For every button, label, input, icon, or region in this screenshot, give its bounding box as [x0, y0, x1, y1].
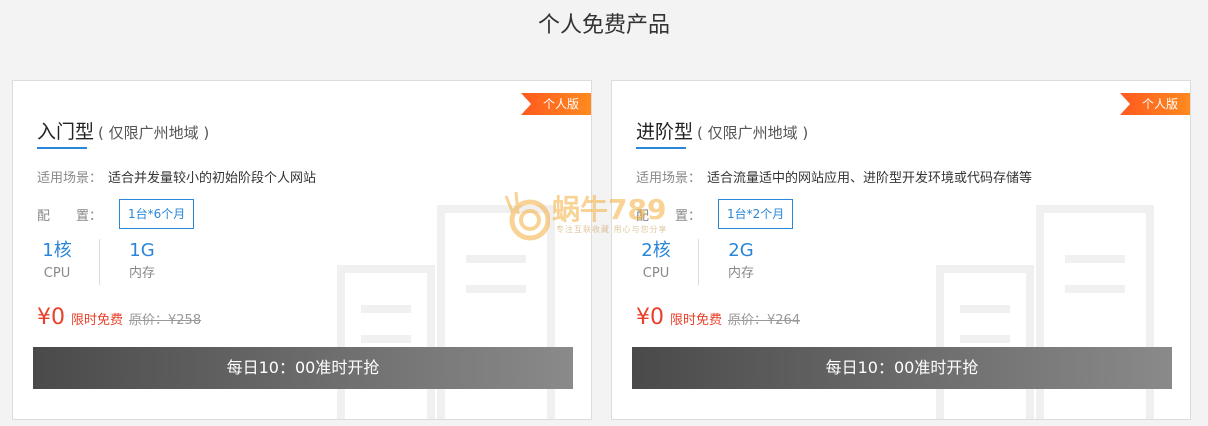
config-option-button[interactable]: 1台*6个月 [119, 199, 195, 229]
original-price: 原价：¥258 [129, 313, 202, 328]
cpu-label: CPU [43, 266, 71, 281]
free-label: 限时免费 [71, 313, 124, 328]
site-watermark: 蜗牛789 专注互联收藏 用心与您分享 [500, 186, 730, 242]
cpu-label: CPU [642, 266, 670, 281]
scene-row: 适用场景： 适合并发量较小的初始阶段个人网站 [37, 167, 316, 186]
memory-value: 2G [728, 240, 754, 261]
product-name-row: 进阶型( 仅限广州地域 ) [636, 117, 808, 144]
scene-label: 适用场景： [37, 171, 103, 186]
personal-edition-badge: 个人版 [521, 93, 591, 115]
title-underline [636, 147, 686, 149]
cpu-spec: 2核 CPU [634, 239, 678, 285]
memory-label: 内存 [128, 266, 155, 281]
watermark-text: 蜗牛789 [552, 193, 667, 226]
memory-label: 内存 [727, 266, 754, 281]
page-title: 个人免费产品 [537, 13, 670, 38]
product-card-advanced: 个人版 进阶型( 仅限广州地域 ) 适用场景： 适合流量适中的网站应用、进阶型开发… [611, 80, 1191, 420]
original-price: 原价：¥264 [728, 313, 801, 328]
personal-edition-badge: 个人版 [1120, 93, 1190, 115]
spec-divider [99, 239, 100, 285]
memory-spec: 1G 内存 [117, 239, 167, 285]
price-row: ¥0 限时免费 原价：¥258 [37, 305, 201, 330]
product-name-row: 入门型( 仅限广州地域 ) [37, 117, 209, 144]
config-label: 配 置： [37, 208, 103, 224]
scene-label: 适用场景： [636, 171, 702, 186]
spec-divider [698, 239, 699, 285]
memory-value: 1G [129, 240, 155, 261]
cpu-value: 2核 [641, 240, 671, 261]
snail-logo-icon [504, 191, 551, 241]
region-note: ( 仅限广州地域 ) [697, 124, 809, 142]
scene-value: 适合流量适中的网站应用、进阶型开发环境或代码存储等 [707, 171, 1033, 186]
region-note: ( 仅限广州地域 ) [98, 124, 210, 142]
grab-button[interactable]: 每日10：00准时开抢 [33, 347, 573, 389]
price: ¥0 [37, 305, 65, 330]
cpu-value: 1核 [42, 240, 72, 261]
product-name: 进阶型 [636, 121, 694, 143]
title-underline [37, 147, 87, 149]
scene-row: 适用场景： 适合流量适中的网站应用、进阶型开发环境或代码存储等 [636, 167, 1032, 186]
product-card-starter: 个人版 入门型( 仅限广州地域 ) 适用场景： 适合并发量较小的初始阶段个人网站 … [12, 80, 592, 420]
price-row: ¥0 限时免费 原价：¥264 [636, 305, 800, 330]
grab-button[interactable]: 每日10：00准时开抢 [632, 347, 1172, 389]
product-name: 入门型 [37, 121, 95, 143]
price: ¥0 [636, 305, 664, 330]
scene-value: 适合并发量较小的初始阶段个人网站 [108, 171, 317, 186]
free-label: 限时免费 [670, 313, 723, 328]
cpu-spec: 1核 CPU [35, 239, 79, 285]
config-row: 配 置： 1台*6个月 [37, 199, 195, 229]
watermark-subtext: 专注互联收藏 用心与您分享 [556, 225, 668, 234]
memory-spec: 2G 内存 [716, 239, 766, 285]
